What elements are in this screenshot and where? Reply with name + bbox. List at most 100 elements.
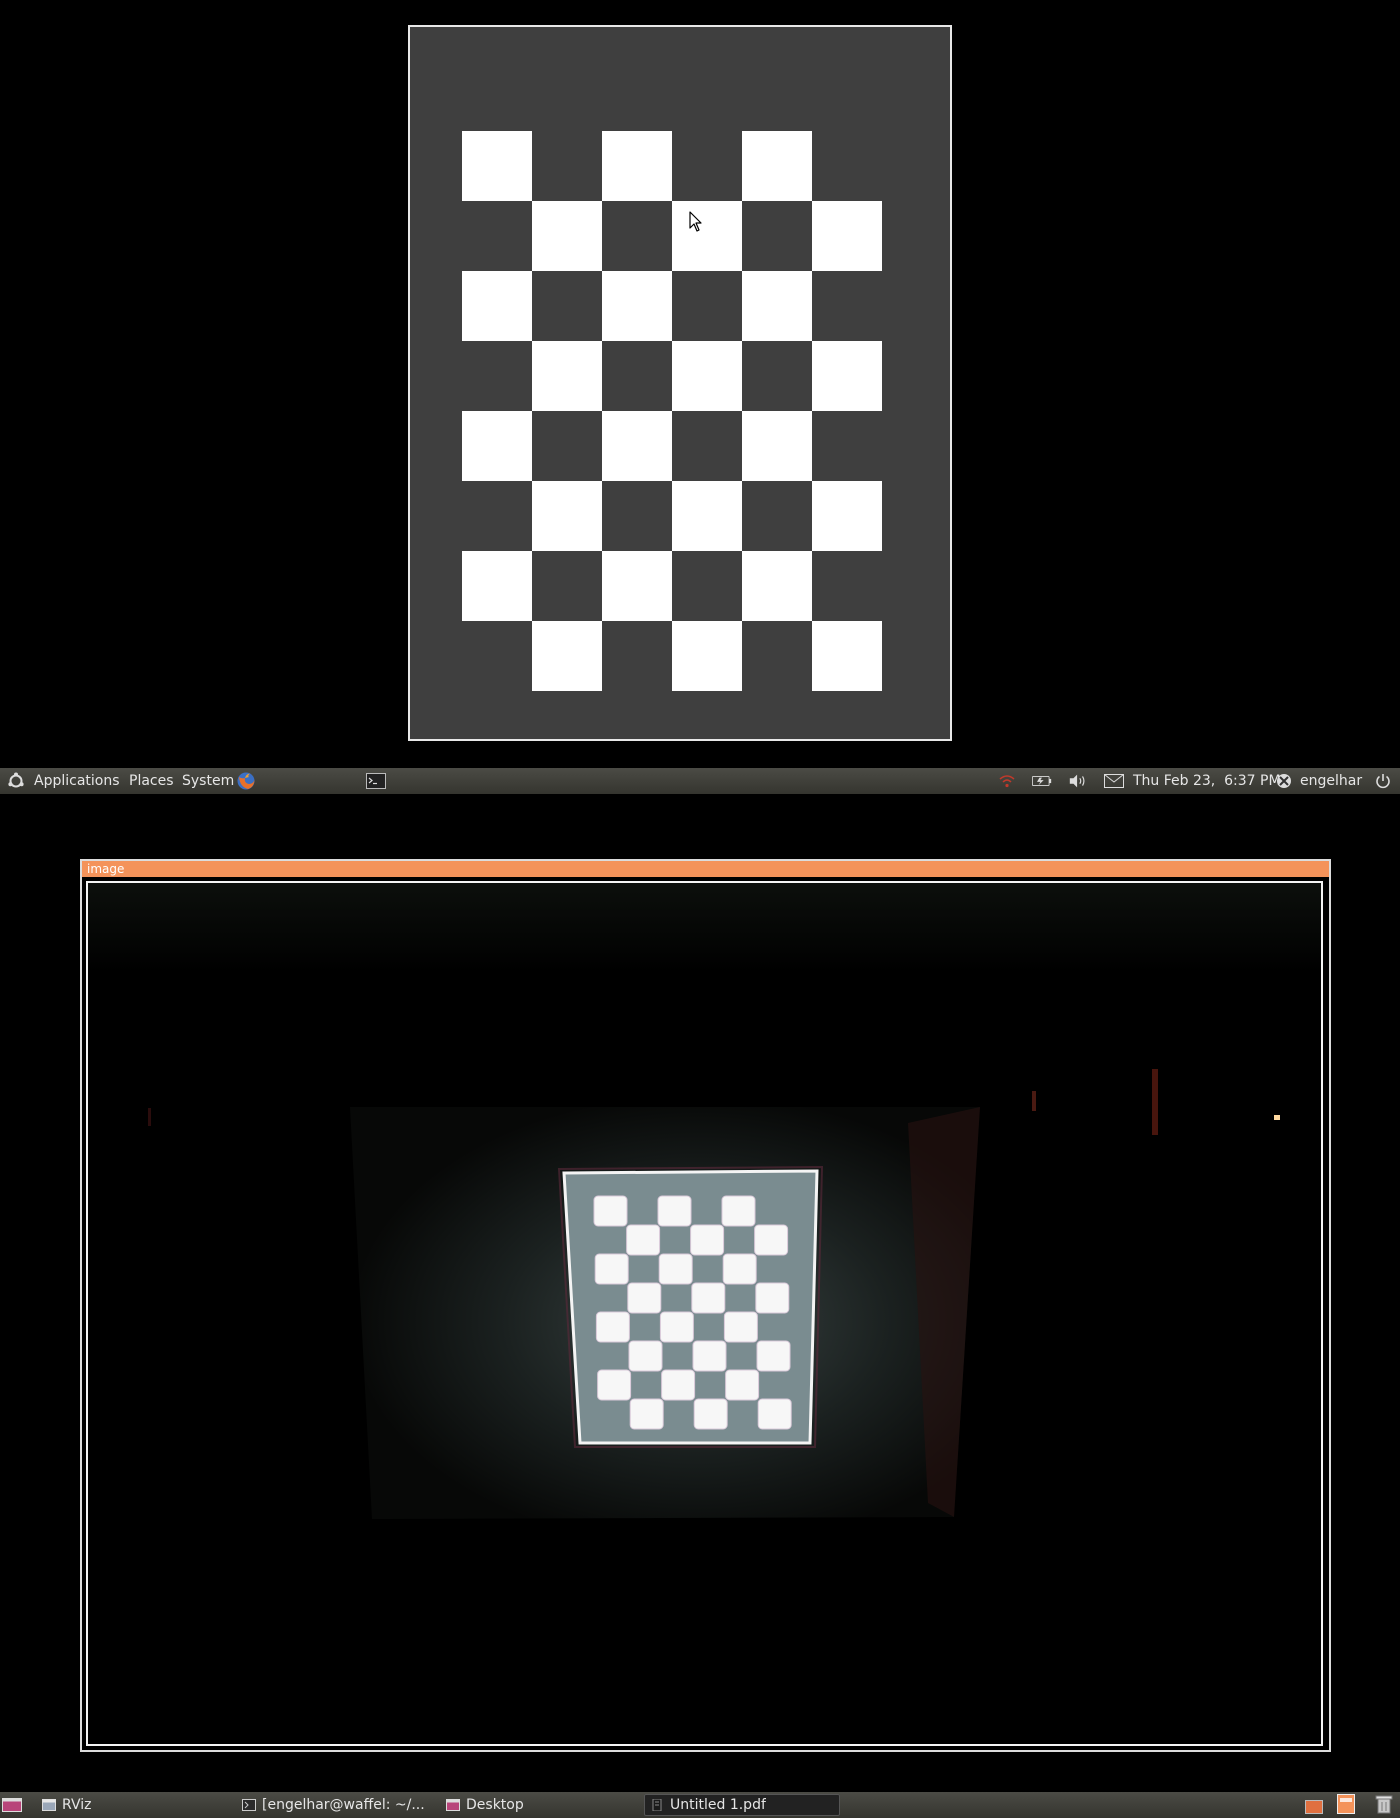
checker-square-dark bbox=[672, 131, 742, 201]
battery-icon[interactable] bbox=[1032, 772, 1052, 790]
task-desktop[interactable]: Desktop bbox=[440, 1794, 636, 1816]
checker-square-light bbox=[532, 481, 602, 551]
checker-square-dark bbox=[672, 411, 742, 481]
checker-square-light bbox=[462, 411, 532, 481]
captured-checker-square bbox=[754, 1224, 789, 1256]
trash-icon[interactable] bbox=[1374, 1795, 1394, 1814]
checker-square-light bbox=[812, 341, 882, 411]
bottom-panel: RViz [engelhar@waffel: ~/... Desktop Unt… bbox=[0, 1792, 1400, 1818]
window-title: image bbox=[87, 862, 125, 876]
checker-square-light bbox=[532, 341, 602, 411]
captured-checker-square bbox=[692, 1340, 727, 1372]
task-rviz[interactable]: RViz bbox=[36, 1794, 230, 1816]
wireless-network-icon[interactable] bbox=[997, 772, 1017, 790]
red-light bbox=[148, 1108, 151, 1126]
checker-square-dark bbox=[812, 131, 882, 201]
checker-square-dark bbox=[602, 621, 672, 691]
checker-square-light bbox=[462, 551, 532, 621]
task-label: Desktop bbox=[466, 1797, 524, 1813]
captured-checker-square bbox=[661, 1369, 696, 1401]
checker-square-light bbox=[602, 411, 672, 481]
task-terminal[interactable]: [engelhar@waffel: ~/... bbox=[236, 1794, 432, 1816]
checker-square-light bbox=[532, 201, 602, 271]
checker-square-dark bbox=[462, 341, 532, 411]
task-label: [engelhar@waffel: ~/... bbox=[262, 1797, 425, 1813]
image-window[interactable]: image bbox=[80, 859, 1331, 1752]
checker-square-light bbox=[742, 131, 812, 201]
captured-checker-square bbox=[597, 1369, 632, 1401]
power-icon[interactable] bbox=[1373, 772, 1393, 790]
terminal-window-icon bbox=[242, 1799, 256, 1811]
checker-square-light bbox=[462, 271, 532, 341]
captured-checker-square bbox=[755, 1282, 790, 1314]
checker-square-dark bbox=[742, 341, 812, 411]
captured-checker-square bbox=[629, 1398, 664, 1430]
captured-checker-square bbox=[722, 1253, 757, 1285]
captured-checker-square bbox=[659, 1311, 694, 1343]
red-light bbox=[1152, 1069, 1158, 1135]
top-panel: Applications Places System Thu Feb 23, 6… bbox=[0, 768, 1400, 794]
checker-square-light bbox=[742, 271, 812, 341]
user-status-icon[interactable] bbox=[1274, 772, 1294, 790]
checker-square-light bbox=[812, 481, 882, 551]
checker-square-light bbox=[602, 271, 672, 341]
captured-checker-square bbox=[593, 1195, 628, 1227]
ubuntu-logo-icon[interactable] bbox=[6, 772, 26, 790]
checker-square-light bbox=[532, 621, 602, 691]
checker-square-dark bbox=[812, 411, 882, 481]
checker-square-dark bbox=[462, 481, 532, 551]
terminal-launcher-icon[interactable] bbox=[366, 772, 386, 790]
checker-square-dark bbox=[532, 551, 602, 621]
captured-checker-square bbox=[693, 1398, 728, 1430]
image-window-titlebar[interactable]: image bbox=[82, 861, 1329, 877]
checker-square-dark bbox=[602, 201, 672, 271]
checker-square-light bbox=[672, 341, 742, 411]
captured-checker-square bbox=[627, 1282, 662, 1314]
clock[interactable]: Thu Feb 23, 6:37 PM bbox=[1133, 772, 1281, 790]
checker-square-light bbox=[812, 621, 882, 691]
captured-checkerboard bbox=[557, 1165, 824, 1448]
volume-icon[interactable] bbox=[1068, 772, 1088, 790]
user-name[interactable]: engelhar bbox=[1300, 772, 1362, 790]
checker-square-dark bbox=[532, 271, 602, 341]
task-label: Untitled 1.pdf bbox=[670, 1797, 766, 1813]
checker-square-light bbox=[672, 621, 742, 691]
captured-checker-square bbox=[691, 1282, 726, 1314]
captured-checker-square bbox=[594, 1253, 629, 1285]
mouse-cursor-icon bbox=[689, 211, 702, 232]
captured-checker-square bbox=[658, 1253, 693, 1285]
task-untitled-pdf[interactable]: Untitled 1.pdf bbox=[644, 1794, 840, 1816]
captured-checker-square bbox=[725, 1369, 760, 1401]
workspace-2-icon[interactable] bbox=[1336, 1794, 1356, 1814]
checker-square-dark bbox=[742, 201, 812, 271]
checker-square-dark bbox=[672, 271, 742, 341]
rviz-window-icon bbox=[42, 1799, 56, 1811]
captured-checker-square bbox=[657, 1195, 692, 1227]
mail-icon[interactable] bbox=[1104, 772, 1124, 790]
menu-places[interactable]: Places bbox=[129, 772, 174, 790]
captured-checker-square bbox=[690, 1224, 725, 1256]
checker-square-dark bbox=[462, 201, 532, 271]
workspace-1-icon[interactable] bbox=[1304, 1797, 1324, 1815]
checkerboard-window bbox=[408, 25, 952, 741]
checker-square-dark bbox=[672, 551, 742, 621]
checker-square-light bbox=[672, 201, 742, 271]
menu-applications[interactable]: Applications bbox=[34, 772, 120, 790]
captured-checker-square bbox=[723, 1311, 758, 1343]
captured-checker-square bbox=[628, 1340, 663, 1372]
show-desktop-icon[interactable] bbox=[2, 1796, 22, 1814]
checker-square-dark bbox=[602, 341, 672, 411]
checker-square-dark bbox=[532, 131, 602, 201]
captured-checker-square bbox=[721, 1195, 756, 1227]
checker-square-light bbox=[602, 131, 672, 201]
task-label: RViz bbox=[62, 1797, 92, 1813]
camera-image-view bbox=[86, 881, 1323, 1746]
checker-square-dark bbox=[602, 481, 672, 551]
checker-square-dark bbox=[742, 481, 812, 551]
firefox-launcher-icon[interactable] bbox=[236, 772, 256, 790]
checker-square-dark bbox=[532, 411, 602, 481]
checker-square-light bbox=[462, 131, 532, 201]
menu-system[interactable]: System bbox=[182, 772, 234, 790]
desktop-window-icon bbox=[446, 1799, 460, 1811]
captured-checker-square bbox=[626, 1224, 661, 1256]
